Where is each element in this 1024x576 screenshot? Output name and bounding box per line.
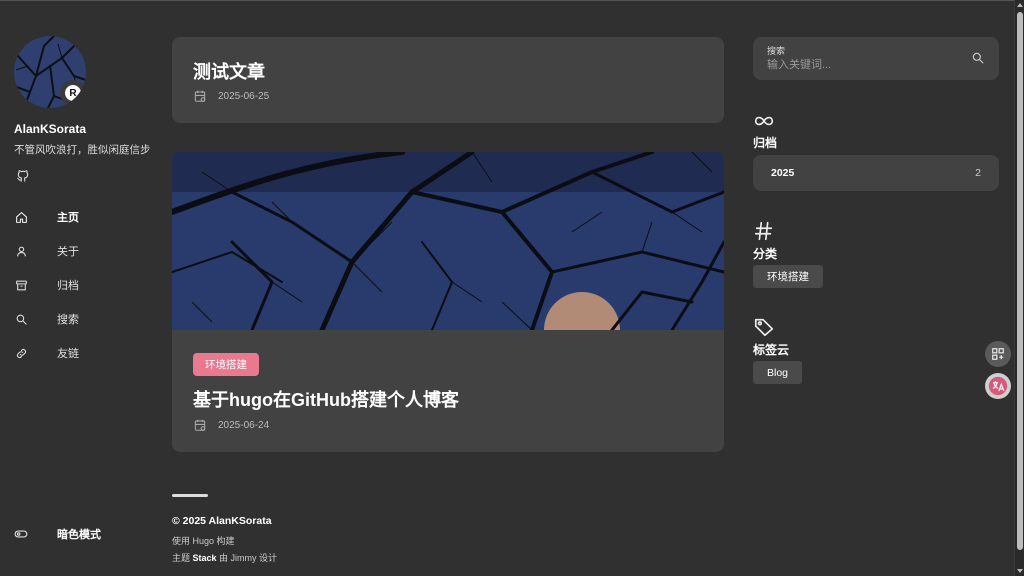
avatar-badge: R	[60, 80, 86, 106]
archive-widget-title: 归档	[753, 136, 778, 150]
archive-icon	[14, 278, 28, 292]
github-icon[interactable]	[16, 169, 30, 183]
archive-year: 2025	[771, 167, 795, 179]
scroll-down-arrow[interactable]	[1017, 569, 1023, 573]
tag-chip[interactable]: Blog	[753, 361, 803, 384]
apps-icon	[992, 348, 1004, 360]
scrollbar-thumb[interactable]	[1017, 12, 1023, 550]
avatar[interactable]: R	[14, 36, 86, 108]
archive-row[interactable]: 2025 2	[753, 155, 999, 191]
category-widget-title: 分类	[753, 247, 778, 261]
footer-theme-prefix: 主题	[172, 553, 193, 563]
translate-floating-button[interactable]	[985, 373, 1011, 399]
page-scrollbar[interactable]	[1014, 0, 1024, 576]
post-date-text: 2025-06-25	[218, 90, 270, 102]
menu-item-about[interactable]: 关于	[14, 234, 164, 268]
calendar-icon	[194, 90, 206, 102]
post-title[interactable]: 测试文章	[193, 58, 265, 84]
footer-divider	[172, 494, 208, 497]
search-input[interactable]	[767, 57, 957, 73]
search-icon	[14, 312, 28, 326]
footer-built-with[interactable]: 使用 Hugo 构建	[172, 534, 277, 547]
menu-item-label: 友链	[57, 348, 79, 360]
menu-item-links[interactable]: 友链	[14, 336, 164, 370]
tag-icon	[754, 318, 774, 337]
archive-count: 2	[975, 167, 981, 179]
search-box: 搜索	[753, 37, 999, 80]
calendar-icon	[194, 419, 206, 431]
dark-mode-toggle[interactable]: 暗色模式	[14, 526, 101, 542]
post-card-featured[interactable]: 环境搭建 基于hugo在GitHub搭建个人博客 2025-06-24	[172, 152, 724, 452]
menu-item-label: 搜索	[57, 314, 79, 326]
menu-item-label: 主页	[57, 212, 79, 224]
hashtag-icon	[754, 221, 773, 241]
infinity-icon	[754, 116, 774, 126]
translate-icon	[988, 376, 1008, 396]
search-icon[interactable]	[971, 51, 985, 65]
post-date: 2025-06-24	[193, 418, 269, 432]
menu-item-label: 归档	[57, 280, 79, 292]
category-chip[interactable]: 环境搭建	[753, 265, 823, 288]
category-tag[interactable]: 环境搭建	[193, 353, 259, 376]
dark-mode-label: 暗色模式	[57, 529, 101, 541]
footer-theme-credit: 主题 Stack 由 Jimmy 设计	[172, 551, 277, 564]
menu-item-label: 关于	[57, 246, 79, 258]
apps-floating-button[interactable]	[985, 341, 1011, 367]
post-title[interactable]: 基于hugo在GitHub搭建个人博客	[193, 386, 459, 412]
menu-item-archives[interactable]: 归档	[14, 268, 164, 302]
menu-item-home[interactable]: 主页	[14, 200, 164, 234]
footer-theme-link[interactable]: Stack	[193, 553, 217, 563]
site-footer: © 2025 AlanKSorata 使用 Hugo 构建 主题 Stack 由…	[172, 494, 277, 564]
toggle-icon	[14, 527, 28, 541]
scroll-up-arrow[interactable]	[1017, 3, 1023, 7]
post-cover-image[interactable]	[172, 152, 724, 330]
avatar-badge-letter: R	[65, 85, 81, 101]
main-menu: 主页 关于 归档 搜索 友链	[14, 200, 164, 370]
site-description: 不管风吹浪打，胜似闲庭信步	[14, 144, 151, 156]
link-icon	[14, 346, 28, 360]
post-date: 2025-06-25	[193, 89, 269, 103]
top-border	[0, 0, 1014, 1]
menu-item-search[interactable]: 搜索	[14, 302, 164, 336]
post-card[interactable]: 测试文章 2025-06-25	[172, 37, 724, 123]
left-sidebar: R AlanKSorata 不管风吹浪打，胜似闲庭信步 主页 关于 归档 搜索 …	[14, 36, 164, 556]
user-icon	[14, 244, 28, 258]
site-name[interactable]: AlanKSorata	[14, 122, 86, 136]
post-date-text: 2025-06-24	[218, 419, 270, 431]
home-icon	[14, 210, 28, 224]
tagcloud-widget-title: 标签云	[753, 343, 790, 357]
footer-copyright: © 2025 AlanKSorata	[172, 515, 272, 527]
footer-theme-suffix: 由 Jimmy 设计	[216, 553, 278, 563]
search-label: 搜索	[767, 46, 786, 56]
